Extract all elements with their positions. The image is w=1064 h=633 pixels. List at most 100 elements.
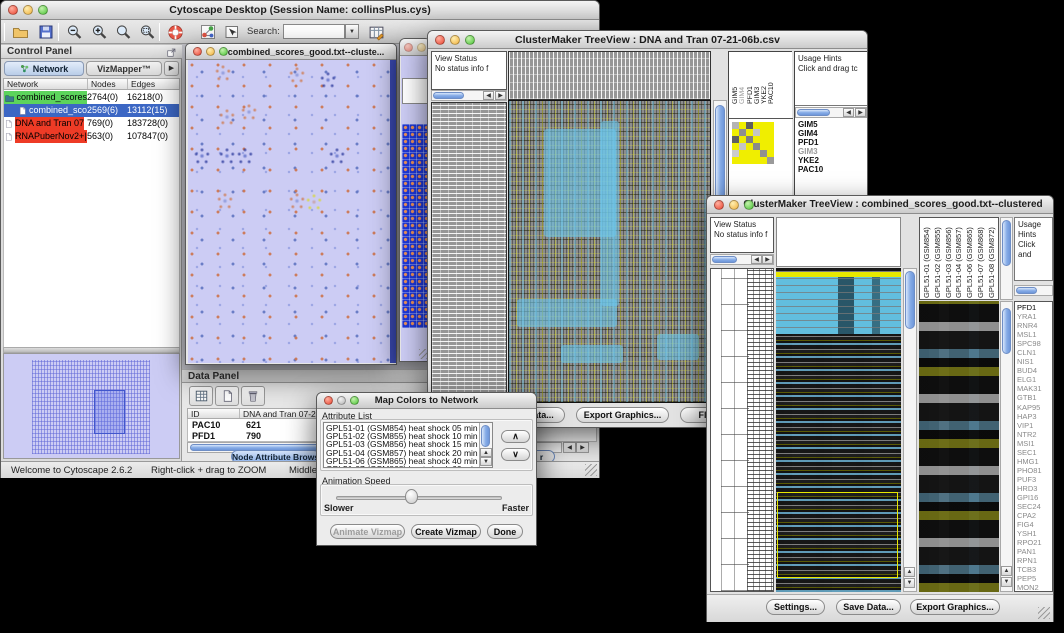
heatmap-global-view[interactable] (776, 268, 901, 592)
treeview1-title-bar[interactable]: ClusterMaker TreeView : DNA and Tran 07-… (428, 31, 867, 49)
column-label[interactable]: GPL51-04 (GSM857) (954, 219, 965, 298)
animation-speed-slider-track[interactable] (336, 496, 502, 500)
scrollbar-thumb[interactable] (905, 271, 915, 329)
zoom-button[interactable] (465, 35, 475, 45)
usage-hscrollbar[interactable]: ◀ ▶ (795, 107, 867, 118)
matrix-cell[interactable] (732, 129, 739, 136)
gene-label[interactable]: GIM3 (798, 147, 866, 156)
scroll-down-button[interactable]: ▼ (904, 578, 915, 588)
attribute-item[interactable]: GPL51-07 (GSM868) heat shock 60 min (324, 465, 479, 468)
matrix-cell[interactable] (732, 143, 739, 150)
scroll-right-button[interactable]: ▶ (762, 255, 773, 264)
minimize-button[interactable] (206, 47, 215, 56)
gene-label[interactable]: GIM4 (798, 129, 866, 138)
hidden-window-canvas[interactable] (401, 56, 430, 361)
export-graphics-button[interactable]: Export Graphics... (910, 599, 1000, 615)
attribute-vscrollbar[interactable]: ▲ ▼ (479, 423, 492, 467)
gene-label[interactable]: SEC24 (1017, 502, 1053, 511)
scroll-up-button[interactable]: ▲ (480, 448, 492, 457)
gene-label[interactable]: GPI16 (1017, 493, 1053, 502)
vizmapper-shortcut-button[interactable] (197, 22, 219, 42)
matrix-cell[interactable] (760, 129, 767, 136)
treeview2-title-bar[interactable]: ClusterMaker TreeView : combined_scores_… (707, 196, 1053, 214)
birdseye-view[interactable] (3, 353, 180, 459)
save-session-button[interactable] (35, 22, 57, 42)
search-input[interactable] (283, 24, 345, 39)
matrix-cell[interactable] (767, 122, 774, 129)
gene-label[interactable]: SPC98 (1017, 339, 1053, 348)
scrollbar-thumb[interactable] (797, 109, 830, 116)
column-label[interactable]: GPL51-01 (GSM854) (922, 219, 933, 298)
gene-label[interactable]: CPA2 (1017, 511, 1053, 520)
matrix-cell[interactable] (739, 150, 746, 157)
done-button[interactable]: Done (487, 524, 523, 539)
gene-label[interactable]: HMG1 (1017, 457, 1053, 466)
gene-label[interactable]: YSH1 (1017, 529, 1053, 538)
gene-label[interactable]: FIG4 (1017, 520, 1053, 529)
matrix-cell[interactable] (760, 122, 767, 129)
scroll-up-button[interactable]: ▲ (904, 567, 915, 577)
matrix-cell[interactable] (753, 143, 760, 150)
matrix-cell[interactable] (739, 143, 746, 150)
gene-label[interactable]: BUD4 (1017, 366, 1053, 375)
gene-label[interactable]: PAC10 (798, 165, 866, 174)
scrollbar-thumb[interactable] (481, 425, 490, 447)
main-title-bar[interactable]: Cytoscape Desktop (Session Name: collins… (1, 1, 599, 20)
status-hscrollbar[interactable]: ◀ ▶ (710, 254, 774, 265)
gene-label[interactable]: GIM5 (798, 120, 866, 129)
zoom-out-button[interactable] (63, 22, 85, 42)
gene-label[interactable]: TCB3 (1017, 565, 1053, 574)
global-vscrollbar[interactable]: ▲ ▼ (903, 268, 917, 592)
status-hscrollbar[interactable]: ◀ ▶ (431, 90, 507, 101)
scrollbar-thumb[interactable] (1016, 287, 1037, 294)
gene-label[interactable]: ELG1 (1017, 375, 1053, 384)
heatmap-zoom-view[interactable] (919, 301, 999, 592)
zoom-button[interactable] (350, 396, 359, 405)
matrix-cell[interactable] (746, 157, 753, 164)
matrix-cell[interactable] (760, 157, 767, 164)
gene-dendrogram[interactable] (431, 102, 507, 403)
birdseye-viewport-rect[interactable] (94, 390, 125, 434)
column-label[interactable]: GPL51-08 (GSM872) (987, 219, 998, 298)
minimize-button[interactable] (337, 396, 346, 405)
network-window-title-bar[interactable]: combined_scores_good.txt--cluste... (186, 44, 396, 60)
gene-label[interactable]: KAP95 (1017, 403, 1053, 412)
scroll-right-button[interactable]: ▶ (495, 91, 506, 100)
matrix-cell[interactable] (739, 122, 746, 129)
matrix-cell[interactable] (746, 122, 753, 129)
scroll-down-button[interactable]: ▼ (480, 457, 492, 466)
matrix-cell[interactable] (746, 150, 753, 157)
animate-vizmap-button[interactable]: Animate Vizmap (330, 524, 405, 539)
matrix-cell[interactable] (746, 143, 753, 150)
gene-label[interactable]: YKE2 (798, 156, 866, 165)
scrollbar-thumb[interactable] (1002, 220, 1011, 266)
matrix-cell[interactable] (753, 157, 760, 164)
label-vscrollbar[interactable] (1000, 217, 1013, 300)
network-row-dna-tran[interactable]: DNA and Tran 07 769(0) 183728(0) (4, 117, 179, 130)
attribute-editor-button[interactable] (365, 22, 387, 42)
zoom-button[interactable] (219, 47, 228, 56)
save-data-button[interactable]: Save Data... (836, 599, 901, 615)
matrix-cell[interactable] (760, 150, 767, 157)
zoom-vscrollbar[interactable]: ▲ ▼ (1000, 301, 1013, 592)
gene-label[interactable]: RPO21 (1017, 538, 1053, 547)
window-resize-grip[interactable] (1038, 607, 1050, 619)
annotation-mode-button[interactable] (221, 22, 243, 42)
gene-label[interactable]: MSI1 (1017, 439, 1053, 448)
gene-label[interactable]: PFD1 (798, 138, 866, 147)
matrix-cell[interactable] (746, 136, 753, 143)
matrix-cell[interactable] (753, 122, 760, 129)
matrix-cell[interactable] (767, 143, 774, 150)
animation-speed-slider-thumb[interactable] (405, 489, 418, 504)
gene-label[interactable]: VIP1 (1017, 421, 1053, 430)
scroll-left-button[interactable]: ◀ (483, 91, 494, 100)
heatmap-global-view[interactable] (508, 100, 711, 403)
network-table-header[interactable]: Network Nodes Edges (3, 78, 180, 90)
float-panel-icon[interactable] (166, 47, 177, 58)
gene-label[interactable]: PUF3 (1017, 475, 1053, 484)
gene-label[interactable]: MSL1 (1017, 330, 1053, 339)
matrix-cell[interactable] (760, 143, 767, 150)
gene-label[interactable]: PAN1 (1017, 547, 1053, 556)
gene-label[interactable]: HRD3 (1017, 484, 1053, 493)
column-label[interactable]: GPL51-06 (GSM865) (965, 219, 976, 298)
